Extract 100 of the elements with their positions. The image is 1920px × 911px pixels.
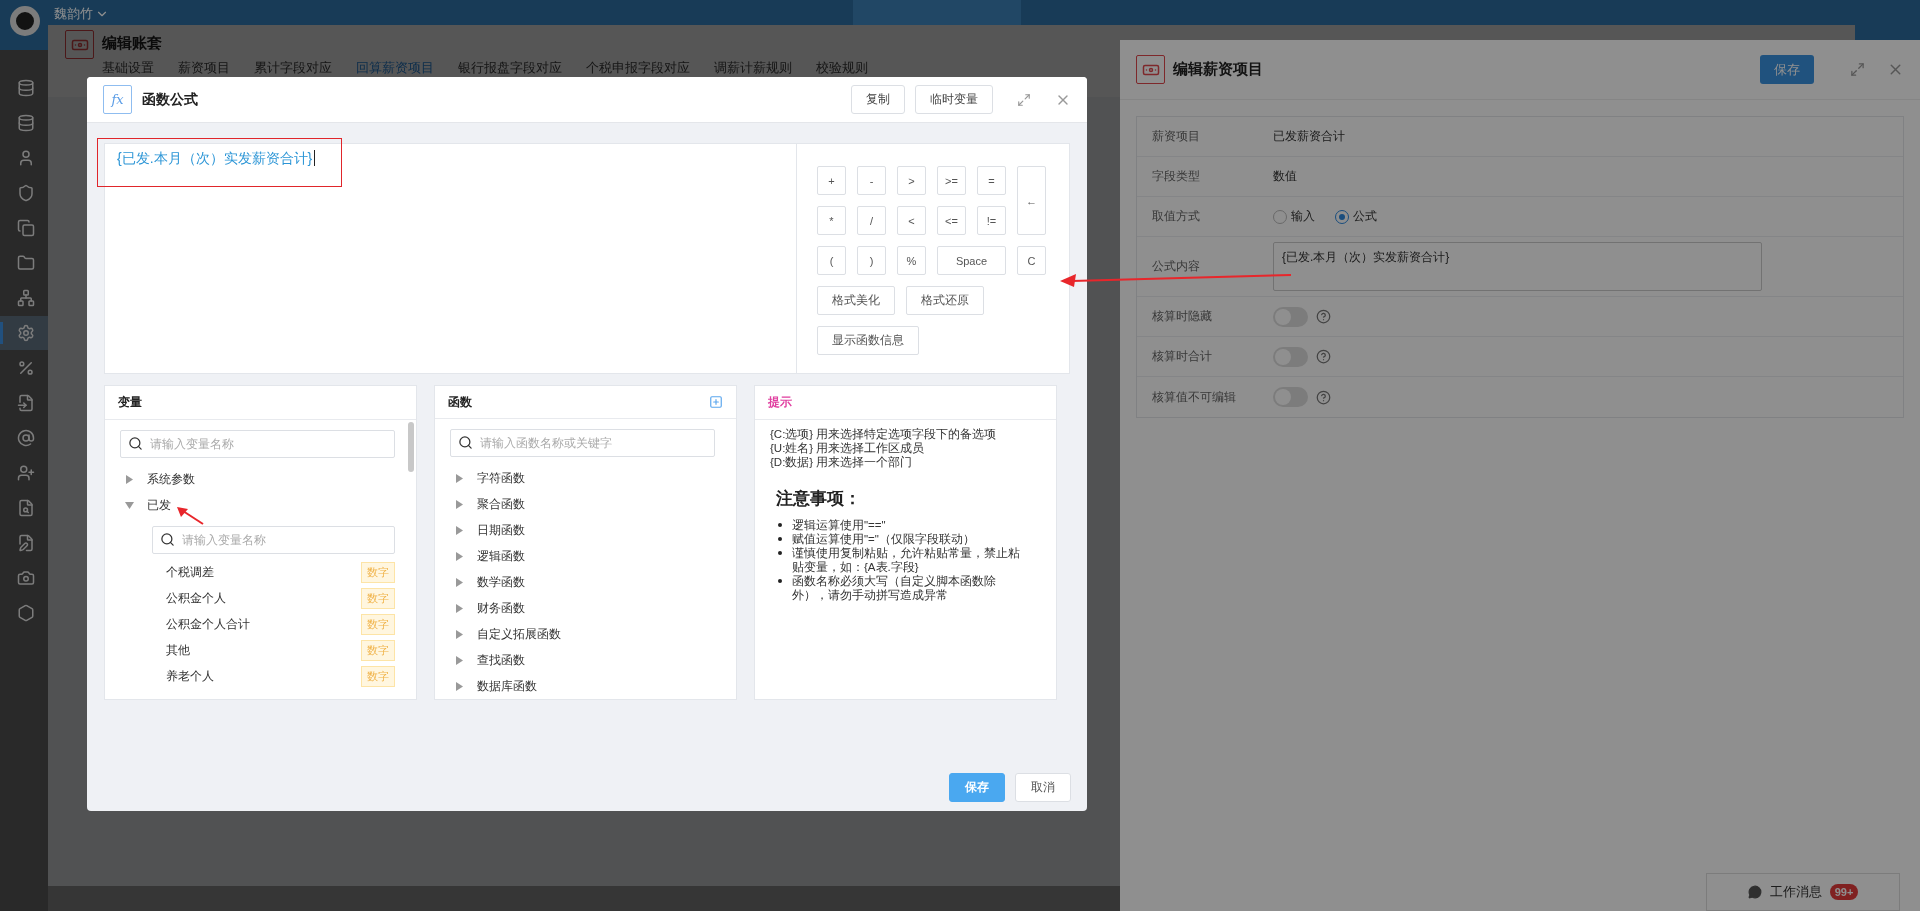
cancel-button[interactable]: 取消: [1015, 773, 1071, 802]
user-avatar[interactable]: [10, 6, 40, 36]
scrollbar-thumb[interactable]: [408, 422, 414, 472]
type-tag: 数字: [361, 588, 395, 609]
database-icon: [16, 79, 35, 97]
hint-text: {U:姓名} 用来选择工作区成员: [770, 441, 926, 455]
caret-right-icon[interactable]: [455, 499, 464, 509]
operator-key[interactable]: ←: [1017, 166, 1046, 235]
message-widget[interactable]: 工作消息 99+: [1706, 873, 1900, 911]
radio-label: 输入: [1291, 208, 1315, 225]
operator-key[interactable]: *: [817, 206, 846, 235]
function-group[interactable]: 数学函数: [477, 573, 525, 591]
hint-text: {D:数据} 用来选择一个部门: [770, 455, 914, 469]
help-icon[interactable]: [1316, 309, 1331, 324]
annotation-arrow: [177, 507, 204, 525]
caret-right-icon[interactable]: [455, 525, 464, 535]
add-icon[interactable]: [709, 395, 723, 409]
function-group[interactable]: 财务函数: [477, 599, 525, 617]
variable-item[interactable]: 其他: [166, 642, 190, 659]
formula-field[interactable]: {已发.本月（次）实发薪资合计}: [1273, 242, 1762, 291]
file-search-icon: [16, 499, 35, 517]
operator-key[interactable]: =: [977, 166, 1006, 195]
search-field[interactable]: 请输入变量名称: [152, 526, 395, 554]
note-text: 函数名称必须大写（自定义脚本函数除外），请勿手动拼写造成异常: [792, 574, 997, 602]
field-label: 核算时合计: [1151, 348, 1213, 365]
expand-icon[interactable]: [1017, 92, 1031, 107]
money-icon: [65, 30, 94, 59]
caret-right-icon[interactable]: [125, 474, 134, 484]
operator-key[interactable]: /: [857, 206, 886, 235]
fx-label: fx: [103, 85, 132, 114]
database-icon: [16, 114, 35, 132]
radio-button[interactable]: [1273, 209, 1287, 224]
operator-key[interactable]: C: [1017, 246, 1046, 275]
function-group[interactable]: 自定义拓展函数: [477, 625, 561, 643]
format-button[interactable]: 显示函数信息: [817, 326, 919, 355]
function-group[interactable]: 字符函数: [477, 469, 525, 487]
caret-right-icon[interactable]: [455, 629, 464, 639]
gear-icon: [16, 324, 35, 342]
variable-item[interactable]: 公积金个人合计: [166, 616, 250, 633]
operator-key[interactable]: (: [817, 246, 846, 275]
search-icon: [128, 436, 143, 451]
format-button[interactable]: 格式美化: [817, 286, 895, 315]
field-label: 薪资项目: [1151, 128, 1201, 145]
panel-title: 编辑薪资项目: [1173, 60, 1264, 79]
variable-item[interactable]: 个税调差: [166, 564, 214, 581]
caret-right-icon[interactable]: [455, 551, 464, 561]
at-sign-icon: [16, 429, 35, 447]
radio-button[interactable]: [1335, 209, 1349, 224]
shield-icon: [16, 184, 35, 202]
field-label: 公式内容: [1151, 258, 1201, 275]
hexagon-icon: [16, 604, 35, 622]
notes-title: 注意事项：: [776, 488, 862, 510]
copy-icon: [16, 219, 35, 237]
caret-right-icon[interactable]: [455, 577, 464, 587]
hint-text: {C:选项} 用来选择特定选项字段下的备选项: [770, 427, 998, 441]
caret-down-icon[interactable]: [125, 500, 134, 510]
note-text: 赋值运算使用"="（仅限字段联动）: [792, 532, 976, 546]
caret-right-icon[interactable]: [455, 473, 464, 483]
function-group[interactable]: 数据库函数: [477, 677, 537, 695]
function-group[interactable]: 逻辑函数: [477, 547, 525, 565]
operator-key[interactable]: >=: [937, 166, 966, 195]
operator-key[interactable]: +: [817, 166, 846, 195]
bullet-dot: [778, 551, 782, 555]
tree-item[interactable]: 系统参数: [147, 470, 195, 488]
operator-key[interactable]: <=: [937, 206, 966, 235]
operator-key[interactable]: %: [897, 246, 926, 275]
operator-key[interactable]: <: [897, 206, 926, 235]
operator-key[interactable]: Space: [937, 246, 1006, 275]
user-name[interactable]: 魏韵竹: [54, 6, 109, 22]
function-group[interactable]: 查找函数: [477, 651, 525, 669]
function-group[interactable]: 聚合函数: [477, 495, 525, 513]
search-field[interactable]: 请输入函数名称或关键字: [450, 429, 715, 457]
search-field[interactable]: 请输入变量名称: [120, 430, 395, 458]
help-icon[interactable]: [1316, 349, 1331, 364]
tree-item[interactable]: 已发: [147, 496, 171, 514]
field-value: 数值: [1273, 168, 1297, 185]
variable-item[interactable]: 养老个人: [166, 668, 214, 685]
operator-key[interactable]: ): [857, 246, 886, 275]
formula-editor[interactable]: {已发.本月（次）实发薪资合计}: [105, 144, 797, 373]
caret-right-icon[interactable]: [455, 681, 464, 691]
operator-key[interactable]: !=: [977, 206, 1006, 235]
caret-right-icon[interactable]: [455, 655, 464, 665]
money-icon: [1136, 55, 1165, 84]
function-group[interactable]: 日期函数: [477, 521, 525, 539]
format-button[interactable]: 格式还原: [906, 286, 984, 315]
header-button[interactable]: 临时变量: [915, 85, 993, 114]
panel-title: 函数: [448, 393, 472, 411]
operator-key[interactable]: -: [857, 166, 886, 195]
help-icon[interactable]: [1316, 389, 1331, 405]
header-button[interactable]: 复制: [851, 85, 905, 114]
variable-item[interactable]: 公积金个人: [166, 590, 226, 607]
chat-icon: [1747, 885, 1762, 899]
caret-right-icon[interactable]: [455, 603, 464, 613]
field-value: 已发薪资合计: [1273, 128, 1345, 145]
expand-icon[interactable]: [1850, 62, 1865, 77]
operator-key[interactable]: >: [897, 166, 926, 195]
type-tag: 数字: [361, 562, 395, 583]
message-label: 工作消息: [1769, 883, 1822, 901]
type-tag: 数字: [361, 640, 395, 661]
bullet-dot: [778, 523, 782, 527]
